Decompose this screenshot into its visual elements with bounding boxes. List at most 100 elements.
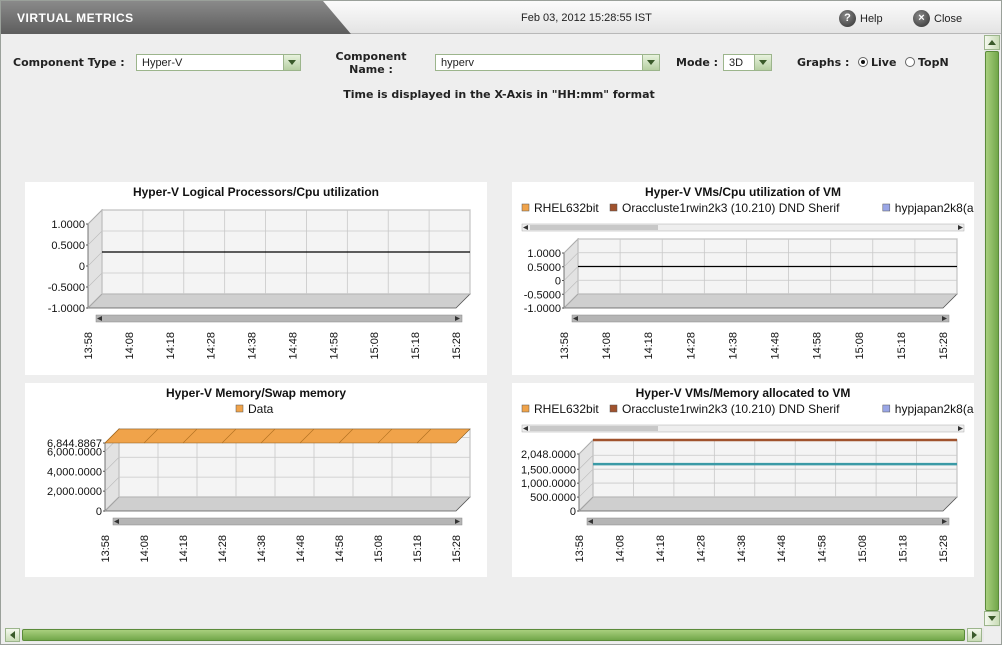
chart-swap-memory: Hyper-V Memory/Swap memoryData6,844.8867… (47, 386, 471, 563)
component-type-label: Component Type : (13, 56, 125, 69)
vertical-scrollbar[interactable] (984, 35, 1000, 627)
y-tick-label: 2,000.0000 (47, 486, 102, 498)
x-tick-label: 14:18 (643, 332, 655, 360)
legend-label: Data (248, 402, 274, 416)
window-title: VIRTUAL METRICS (17, 11, 134, 25)
x-tick-label: 14:08 (139, 535, 151, 563)
x-tick-label: 15:18 (898, 535, 910, 563)
graph-option-topn[interactable]: TopN (905, 56, 949, 69)
x-tick-label: 14:48 (770, 332, 782, 360)
x-scrollbar (571, 314, 950, 323)
plot-back-wall (592, 439, 958, 498)
x-tick-label: 14:48 (295, 535, 307, 563)
chart-memory-vm: Hyper-V VMs/Memory allocated to VM RHEL63… (521, 386, 978, 563)
legend-swatch (235, 404, 244, 413)
y-tick-label: 1,000.0000 (521, 478, 576, 490)
chart-title: Hyper-V VMs/Memory allocated to VM (636, 386, 851, 400)
x-tick-label: 14:58 (328, 332, 340, 360)
y-tick-label: 1.0000 (51, 219, 85, 231)
legend-scroll-thumb (530, 426, 658, 431)
chart-panel-swap-memory: Hyper-V Memory/Swap memory Data 6,844.8867… (25, 383, 487, 577)
x-tick-label: 14:48 (287, 332, 299, 360)
scroll-up-button[interactable] (984, 35, 1000, 50)
graph-option-live[interactable]: Live (858, 56, 896, 69)
x-scrollbar (112, 517, 463, 526)
x-tick-label: 15:28 (938, 332, 950, 360)
y-tick-label: -1.0000 (48, 303, 85, 315)
legend-swatch (609, 203, 618, 212)
plot-floor (87, 293, 471, 309)
scroll-left-button[interactable] (5, 628, 20, 642)
series-area-top (104, 428, 471, 444)
close-button[interactable]: × Close (913, 10, 962, 27)
component-type-select[interactable]: Hyper-V (136, 54, 301, 71)
graphs-label: Graphs : (797, 56, 850, 69)
x-tick-label: 15:28 (451, 332, 463, 360)
legend-swatch (521, 404, 530, 413)
legend-label: hypjapan2k8(ar (895, 201, 974, 215)
x-tick-label: 14:18 (178, 535, 190, 563)
y-tick-label: 1.0000 (527, 248, 561, 260)
x-tick-label: 13:58 (574, 535, 586, 563)
x-tick-label: 14:38 (736, 535, 748, 563)
x-tick-label: 14:28 (695, 535, 707, 563)
legend-swatch (882, 203, 891, 212)
chart-panel-cpu-vm: Hyper-V VMs/Cpu utilization of VM RHEL632… (512, 182, 978, 375)
y-tick-label: -0.5000 (48, 282, 85, 294)
x-tick-label: 14:58 (334, 535, 346, 563)
x-tick-label: 14:28 (217, 535, 229, 563)
chevron-right-icon (972, 631, 977, 639)
chevron-down-icon (988, 616, 996, 621)
x-tick-label: 15:08 (857, 535, 869, 563)
horizontal-scroll-thumb[interactable] (22, 629, 965, 641)
mode-value: 3D (729, 57, 744, 69)
x-tick-label: 14:18 (165, 332, 177, 360)
x-tick-label: 14:18 (655, 535, 667, 563)
y-tick-label: -1.0000 (524, 303, 561, 315)
vertical-scroll-thumb[interactable] (985, 51, 999, 611)
y-tick-label: -0.5000 (524, 289, 561, 301)
mode-select[interactable]: 3D (723, 54, 772, 71)
component-name-select[interactable]: hyperv (435, 54, 660, 71)
chart-cpu-logical: Hyper-V Logical Processors/Cpu utilizati… (48, 185, 471, 360)
legend-swatch (609, 404, 618, 413)
y-tick-label: 0 (570, 506, 576, 518)
x-tick-label: 15:28 (451, 535, 463, 563)
x-tick-label: 14:58 (812, 332, 824, 360)
component-type-value: Hyper-V (142, 57, 183, 69)
x-tick-label: 14:08 (601, 332, 613, 360)
chart-panel-memory-vm: Hyper-V VMs/Memory allocated to VM RHEL63… (512, 383, 978, 577)
horizontal-scrollbar[interactable] (5, 628, 984, 642)
component-name-label: Component Name : (335, 50, 407, 76)
x-scrollbar (586, 517, 950, 526)
y-tick-label: 0 (79, 261, 85, 273)
virtual-metrics-window: VIRTUAL METRICS Feb 03, 2012 15:28:55 IS… (0, 0, 1002, 645)
time-format-note: Time is displayed in the X-Axis in "HH:m… (343, 88, 655, 101)
plot-floor (563, 293, 958, 309)
legend-label: RHEL632bit (534, 201, 599, 215)
timestamp: Feb 03, 2012 15:28:55 IST (521, 12, 652, 24)
help-button[interactable]: ? Help (839, 10, 883, 27)
chevron-up-icon (988, 40, 996, 45)
chart-panel-cpu-logical: Hyper-V Logical Processors/Cpu utilizati… (25, 182, 487, 375)
y-tick-label: 0.5000 (527, 262, 561, 274)
x-tick-label: 15:28 (938, 535, 950, 563)
scroll-right-button[interactable] (967, 628, 982, 642)
x-tick-label: 14:38 (247, 332, 259, 360)
y-tick-label: 500.0000 (530, 492, 576, 504)
y-tick-label: 4,000.0000 (47, 466, 102, 478)
radio-live[interactable] (858, 57, 868, 67)
y-tick-label: 0 (555, 276, 561, 288)
chevron-down-icon (754, 55, 771, 70)
legend-label: hypjapan2k8(ar (895, 402, 974, 416)
x-tick-label: 15:08 (854, 332, 866, 360)
plot-floor (104, 496, 471, 512)
scroll-down-button[interactable] (984, 611, 1000, 626)
chart-cpu-vm: Hyper-V VMs/Cpu utilization of VM RHEL632… (521, 185, 978, 360)
y-tick-label: 0.5000 (51, 240, 85, 252)
radio-topn[interactable] (905, 57, 915, 67)
x-tick-label: 15:18 (410, 332, 422, 360)
y-tick-label: 0 (96, 506, 102, 518)
help-icon: ? (839, 10, 856, 27)
mode-label: Mode : (676, 56, 719, 69)
